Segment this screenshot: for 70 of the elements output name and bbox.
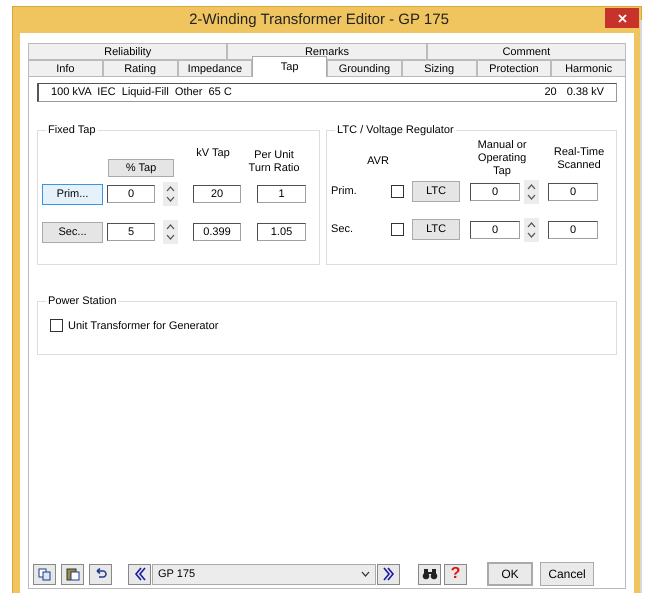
copy-icon bbox=[38, 568, 52, 580]
close-icon bbox=[618, 14, 626, 22]
double-chevron-right-icon bbox=[382, 567, 394, 581]
undo-icon bbox=[94, 568, 108, 580]
group-title: Fixed Tap bbox=[47, 123, 96, 138]
column-header: Real-Time Scanned bbox=[552, 146, 606, 172]
tab[interactable]: Comment bbox=[426, 43, 626, 60]
tab[interactable]: Rating bbox=[102, 60, 178, 77]
column-header: AVR bbox=[366, 154, 390, 169]
paste-button[interactable] bbox=[61, 564, 84, 584]
spinner-control[interactable] bbox=[163, 182, 178, 206]
spinner-control[interactable] bbox=[524, 218, 540, 242]
spinner-control[interactable] bbox=[524, 180, 540, 204]
winding-button[interactable]: Sec... bbox=[42, 222, 103, 242]
winding-label: Prim. bbox=[331, 184, 358, 200]
window-title: 2-Winding Transformer Editor - GP 175 bbox=[188, 10, 450, 30]
winding-button[interactable]: Prim... bbox=[42, 184, 103, 204]
tab[interactable]: Sizing bbox=[402, 60, 476, 77]
next-button[interactable] bbox=[377, 564, 400, 584]
rated-value: 20 bbox=[544, 85, 557, 100]
up-down-arrows-icon bbox=[166, 185, 175, 203]
summary-text: 100 kVA IEC Liquid-Fill Other 65 C bbox=[51, 85, 233, 100]
double-chevron-left-icon bbox=[134, 567, 146, 581]
tab[interactable]: Info bbox=[28, 60, 103, 77]
undo-button[interactable] bbox=[89, 564, 112, 584]
close-button[interactable] bbox=[605, 8, 639, 28]
scanned-tap-field[interactable]: 0 bbox=[548, 220, 598, 238]
previous-button[interactable] bbox=[128, 564, 151, 584]
group-title: Power Station bbox=[47, 294, 118, 309]
copy-button[interactable] bbox=[33, 564, 56, 584]
column-header: Per Unit Turn Ratio bbox=[248, 149, 300, 175]
up-down-arrows-icon bbox=[166, 223, 175, 241]
kv-tap-field[interactable]: 0.399 bbox=[193, 223, 241, 241]
cancel-button[interactable]: Cancel bbox=[540, 562, 594, 586]
spinner-control[interactable] bbox=[163, 220, 178, 244]
ltc-button[interactable]: LTC bbox=[412, 219, 460, 240]
help-button[interactable]: ? bbox=[444, 564, 467, 584]
binoculars-icon bbox=[422, 568, 438, 580]
tab[interactable]: Impedance bbox=[178, 60, 252, 77]
operating-tap-field[interactable]: 0 bbox=[470, 220, 520, 238]
column-header: Manual or Operating Tap bbox=[476, 138, 528, 178]
tab[interactable]: Remarks bbox=[227, 43, 427, 60]
ok-button[interactable]: OK bbox=[487, 562, 533, 586]
tab[interactable]: Protection bbox=[476, 60, 552, 77]
turn-ratio-field[interactable]: 1.05 bbox=[257, 223, 306, 241]
winding-label: Sec. bbox=[331, 222, 354, 238]
checkbox[interactable] bbox=[391, 223, 404, 236]
operating-tap-field[interactable]: 0 bbox=[470, 182, 520, 200]
item-selector[interactable]: GP 175 bbox=[152, 564, 376, 584]
scanned-tap-field[interactable]: 0 bbox=[548, 182, 598, 200]
percent-tap-button[interactable]: % Tap bbox=[108, 159, 174, 177]
voltage-value: 0.38 kV bbox=[566, 85, 604, 100]
checkbox-label: Unit Transformer for Generator bbox=[68, 318, 218, 334]
ltc-button[interactable]: LTC bbox=[412, 181, 460, 202]
turn-ratio-field[interactable]: 1 bbox=[257, 185, 306, 203]
up-down-arrows-icon bbox=[527, 220, 536, 238]
up-down-arrows-icon bbox=[527, 182, 536, 200]
kv-tap-field[interactable]: 20 bbox=[193, 185, 241, 203]
tab[interactable]: Harmonic bbox=[551, 60, 626, 77]
tab[interactable]: Tap bbox=[252, 56, 327, 77]
find-button[interactable] bbox=[418, 564, 441, 584]
column-header: kV Tap bbox=[195, 146, 231, 160]
checkbox[interactable] bbox=[50, 319, 63, 332]
tab[interactable]: Grounding bbox=[327, 60, 402, 77]
percent-tap-field[interactable]: 5 bbox=[107, 223, 155, 241]
percent-tap-field[interactable]: 0 bbox=[107, 185, 155, 203]
clipboard-icon bbox=[66, 567, 80, 581]
group-title: LTC / Voltage Regulator bbox=[336, 123, 455, 138]
tab[interactable]: Reliability bbox=[28, 43, 228, 60]
checkbox[interactable] bbox=[391, 185, 404, 198]
